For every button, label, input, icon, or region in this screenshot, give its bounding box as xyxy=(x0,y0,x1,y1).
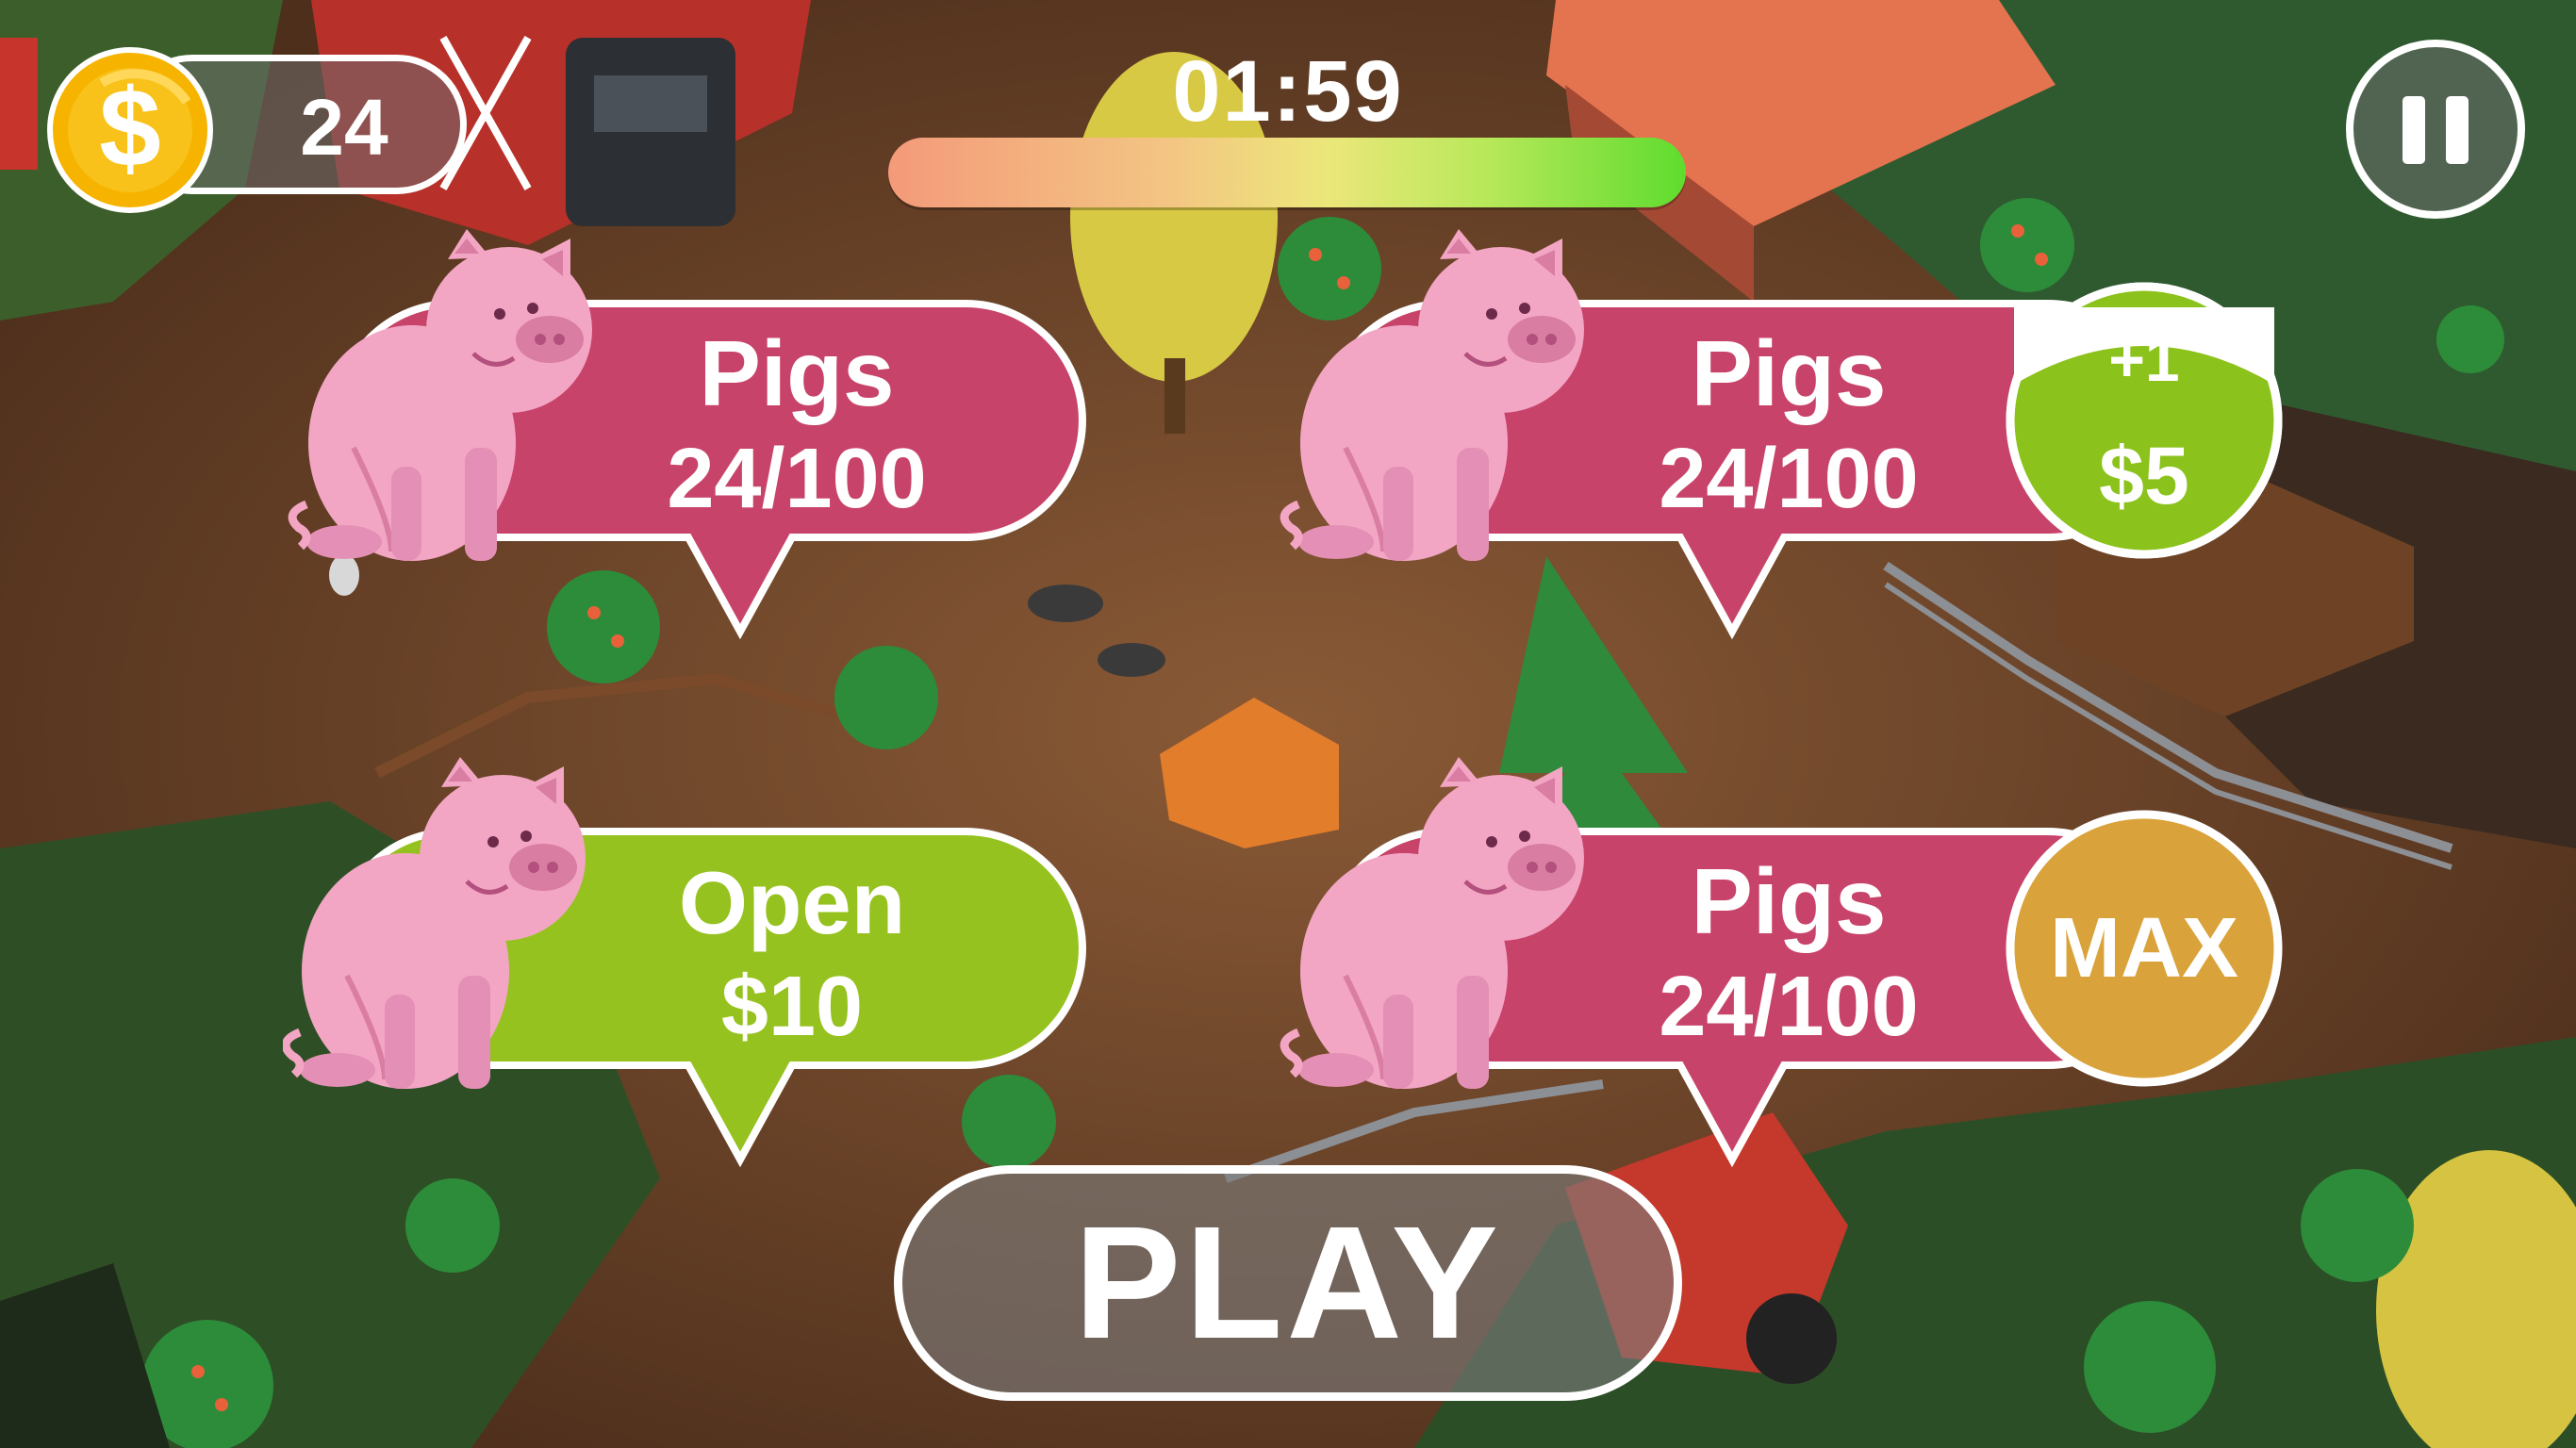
upgrade-badge[interactable]: +1 $5 xyxy=(2003,279,2286,562)
card-4-count: 24/100 xyxy=(1659,960,1918,1054)
coin-symbol: $ xyxy=(99,66,161,190)
max-badge: MAX xyxy=(2006,810,2283,1087)
play-label: PLAY xyxy=(1074,1193,1502,1373)
card-3-price: $10 xyxy=(721,960,863,1054)
card-1-title: Pigs xyxy=(700,321,895,425)
upgrade-price: $5 xyxy=(2099,431,2189,521)
pen-card-3[interactable]: Open $10 xyxy=(283,754,1169,1188)
card-2-count: 24/100 xyxy=(1659,432,1918,526)
card-2-title: Pigs xyxy=(1692,321,1887,425)
card-1-count: 24/100 xyxy=(667,432,926,526)
coin-count: 24 xyxy=(300,83,388,172)
dollar-coin-icon: $ xyxy=(47,47,213,213)
card-3-title: Open xyxy=(679,853,905,952)
timer-progress-bar xyxy=(888,138,1686,207)
card-4-title: Pigs xyxy=(1692,849,1887,953)
timer-text: 01:59 xyxy=(1172,43,1404,140)
pen-card-1[interactable]: Pigs 24/100 xyxy=(283,226,1169,650)
max-label: MAX xyxy=(2050,901,2238,996)
pause-button[interactable] xyxy=(2346,40,2525,219)
upgrade-amount: +1 xyxy=(2108,324,2179,394)
